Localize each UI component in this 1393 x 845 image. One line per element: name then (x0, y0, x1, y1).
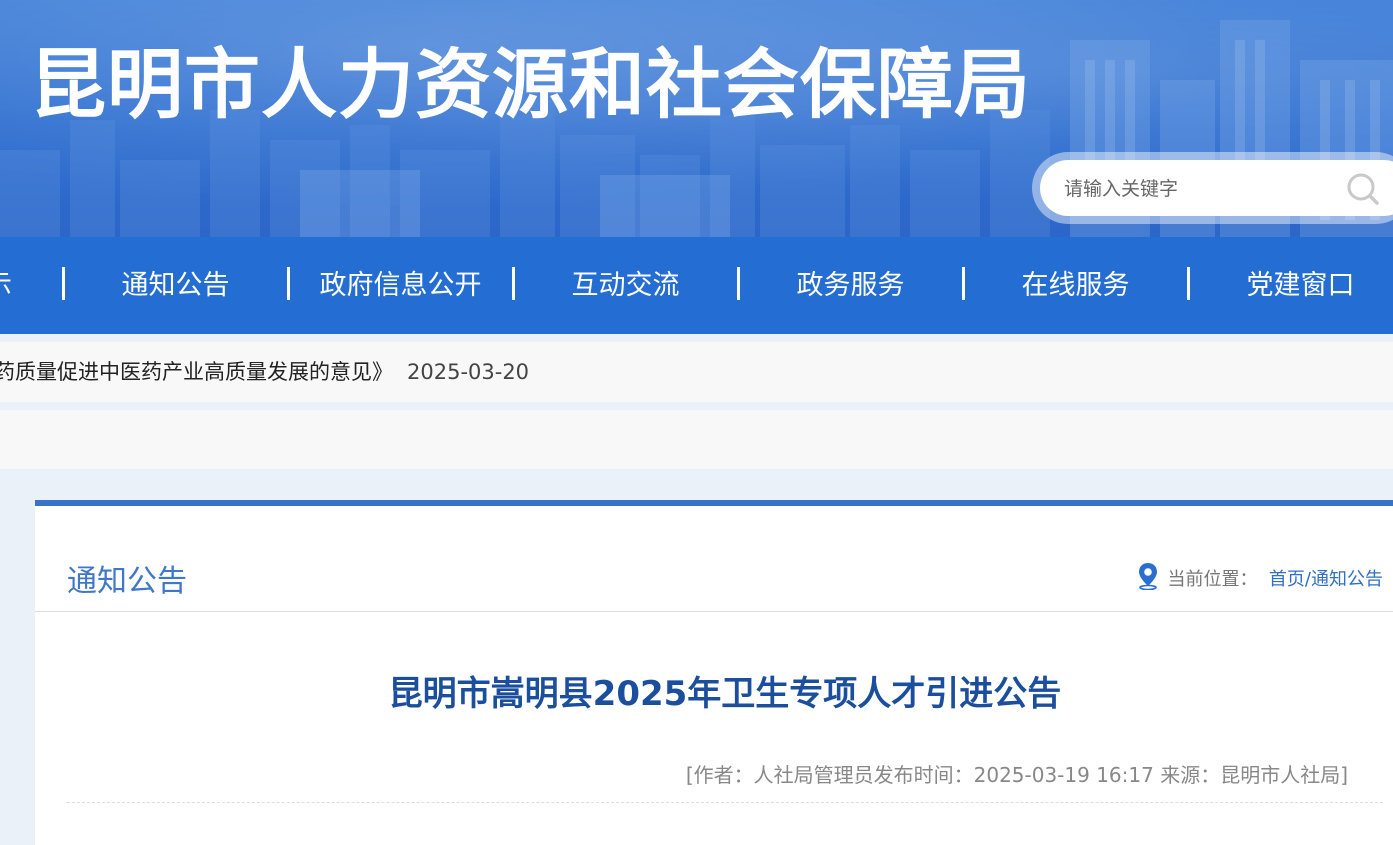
search-box (1032, 152, 1393, 224)
breadcrumb-current-link[interactable]: 通知公告 (1311, 569, 1383, 590)
nav-item-party-building[interactable]: 党建窗口 (1188, 237, 1393, 334)
nav-item-gov-info[interactable]: 政府信息公开 (288, 237, 513, 334)
search-input[interactable] (1062, 170, 1336, 208)
search-button[interactable] (1344, 170, 1384, 208)
divider (67, 802, 1383, 803)
ticker-date: 2025-03-20 (407, 360, 530, 384)
news-ticker: 药质量促进中医药产业高质量发展的意见》 2025-03-20 (0, 342, 1393, 402)
main-nav: 示 通知公告 政府信息公开 互动交流 政务服务 在线服务 党建窗口 (0, 237, 1393, 334)
search-icon (1344, 173, 1384, 211)
nav-item-interaction[interactable]: 互动交流 (513, 237, 738, 334)
content-panel: 通知公告 当前位置： 首页/通知公告 昆明市嵩明县2025年卫生专项人才引进公告… (35, 500, 1393, 845)
section-header: 通知公告 当前位置： 首页/通知公告 (35, 506, 1393, 612)
nav-item-partial[interactable]: 示 (0, 237, 12, 334)
article-title: 昆明市嵩明县2025年卫生专项人才引进公告 (388, 674, 1062, 714)
breadcrumb-home-link[interactable]: 首页 (1269, 569, 1305, 590)
ticker-headline[interactable]: 药质量促进中医药产业高质量发展的意见》 (0, 360, 393, 384)
nav-item-online-services[interactable]: 在线服务 (963, 237, 1188, 334)
article-meta: [作者：人社局管理员发布时间：2025-03-19 16:17 来源：昆明市人社… (685, 763, 1348, 787)
breadcrumb-label: 当前位置： (1167, 569, 1258, 590)
header-banner: 昆明市人力资源和社会保障局 (0, 0, 1393, 237)
nav-item-notices[interactable]: 通知公告 (63, 237, 288, 334)
nav-item-gov-services[interactable]: 政务服务 (738, 237, 963, 334)
secondary-band (0, 410, 1393, 469)
location-pin-icon (1137, 562, 1159, 595)
search-field (1040, 160, 1393, 216)
site-title: 昆明市人力资源和社会保障局 (30, 40, 1031, 129)
ticker-item[interactable]: 药质量促进中医药产业高质量发展的意见》 2025-03-20 (0, 342, 529, 402)
section-title: 通知公告 (67, 564, 187, 599)
breadcrumb: 当前位置： 首页/通知公告 (1137, 562, 1383, 595)
